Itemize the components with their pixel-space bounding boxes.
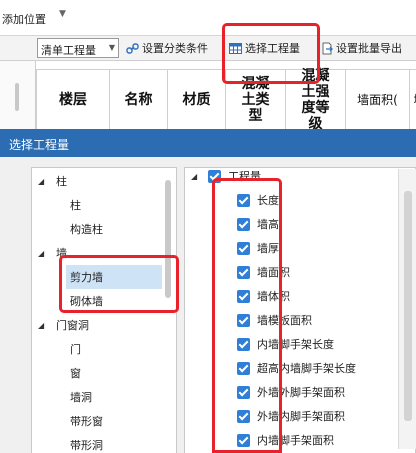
quantity-item[interactable]: 墙厚 bbox=[237, 238, 279, 258]
checkbox[interactable] bbox=[237, 409, 250, 423]
component-tree: ◢ 柱 柱 构造柱 ◢ 墙 剪力墙 砌体墙 ◢ 门窗洞 门 窗 墙洞 带形窗 带… bbox=[31, 167, 177, 453]
collapse-triangle-icon[interactable]: ◢ bbox=[38, 249, 48, 258]
quantity-item[interactable]: 墙模板面积 bbox=[237, 310, 312, 330]
quantity-item[interactable]: 外墙外脚手架面积 bbox=[237, 382, 345, 402]
scrollbar-thumb[interactable] bbox=[404, 191, 412, 421]
chevron-down-icon[interactable]: ▼ bbox=[109, 43, 115, 52]
quantity-type-value: 清单工程量 bbox=[41, 44, 96, 57]
tree-item-strip-opening[interactable]: 带形洞 bbox=[70, 433, 103, 453]
column-header-concrete-type[interactable]: 混凝土类型 bbox=[226, 69, 286, 129]
tree-node-wall[interactable]: ◢ 墙 bbox=[38, 241, 67, 265]
checkbox[interactable] bbox=[237, 193, 250, 207]
checkbox[interactable] bbox=[237, 313, 250, 327]
setting-category-label: 设置分类条件 bbox=[142, 42, 208, 55]
batch-export-label: 设置批量导出 bbox=[336, 42, 402, 55]
tree-item-strip-window[interactable]: 带形窗 bbox=[70, 409, 103, 433]
quantity-item[interactable]: 外墙内脚手架面积 bbox=[237, 406, 345, 426]
quantity-list: ◢ 工程量 长度 墙高 墙厚 墙面积 墙体积 墙模板面积 内墙脚手架长度 超高内… bbox=[184, 167, 416, 453]
tree-node-column[interactable]: ◢ 柱 bbox=[38, 169, 67, 193]
top-menu-strip: 添加位置 ▼ bbox=[0, 0, 416, 36]
select-quantity-dialog: 选择工程量 ◢ 柱 柱 构造柱 ◢ 墙 剪力墙 砌体墙 ◢ 门窗洞 门 窗 墙洞… bbox=[0, 129, 416, 453]
checkbox[interactable] bbox=[237, 241, 250, 255]
quantity-root-node[interactable]: ◢ 工程量 bbox=[191, 168, 261, 186]
column-header-concrete-grade[interactable]: 混凝土强度等级 bbox=[286, 68, 346, 132]
left-side-panel bbox=[0, 61, 36, 129]
checkbox[interactable] bbox=[237, 265, 250, 279]
checkbox[interactable] bbox=[237, 433, 250, 447]
quantity-item[interactable]: 墙面积 bbox=[237, 262, 290, 282]
tree-item-masonry-wall[interactable]: 砌体墙 bbox=[70, 289, 103, 313]
scrollbar-thumb[interactable] bbox=[15, 83, 19, 111]
add-position-label[interactable]: 添加位置 bbox=[2, 11, 46, 27]
column-header-name[interactable]: 名称 bbox=[110, 69, 168, 129]
setting-category-button[interactable]: 设置分类条件 bbox=[126, 40, 208, 56]
quantity-item[interactable]: 超高内墙脚手架长度 bbox=[237, 358, 356, 378]
batch-export-button[interactable]: 设置批量导出 bbox=[320, 40, 402, 56]
quantity-type-select[interactable]: 清单工程量 ▼ bbox=[37, 38, 119, 58]
checkbox[interactable] bbox=[237, 289, 250, 303]
column-header-material[interactable]: 材质 bbox=[168, 69, 226, 129]
chevron-down-icon[interactable]: ▼ bbox=[59, 9, 66, 19]
collapse-triangle-icon[interactable]: ◢ bbox=[38, 177, 48, 186]
tree-item-column[interactable]: 柱 bbox=[70, 193, 81, 217]
tree-node-door-window-opening[interactable]: ◢ 门窗洞 bbox=[38, 313, 89, 337]
quantity-item[interactable]: 内墙脚手架面积 bbox=[237, 430, 334, 450]
checkbox[interactable] bbox=[237, 337, 250, 351]
tree-item-shear-wall[interactable]: 剪力墙 bbox=[66, 265, 162, 289]
dialog-title: 选择工程量 bbox=[9, 138, 70, 152]
checkbox[interactable] bbox=[237, 217, 250, 231]
dialog-body: ◢ 柱 柱 构造柱 ◢ 墙 剪力墙 砌体墙 ◢ 门窗洞 门 窗 墙洞 带形窗 带… bbox=[0, 157, 416, 453]
dialog-title-bar[interactable]: 选择工程量 bbox=[0, 129, 416, 157]
table-icon bbox=[229, 42, 242, 55]
select-quantity-label: 选择工程量 bbox=[245, 42, 300, 55]
collapse-triangle-icon[interactable]: ◢ bbox=[191, 172, 201, 181]
tree-item-construction-column[interactable]: 构造柱 bbox=[70, 217, 103, 241]
export-icon bbox=[320, 42, 333, 55]
column-header-wall-area[interactable]: 墙面积( bbox=[346, 69, 410, 129]
toolbar: 清单工程量 ▼ 设置分类条件 选择工程量 设置批量导出 bbox=[0, 36, 416, 61]
link-icon bbox=[126, 42, 139, 55]
result-table-header: 楼层 名称 材质 混凝土类型 混凝土强度等级 墙面积( 墙 bbox=[36, 61, 416, 132]
quantity-item[interactable]: 墙体积 bbox=[237, 286, 290, 306]
checkbox[interactable] bbox=[237, 385, 250, 399]
column-header-wall[interactable]: 墙 bbox=[410, 69, 416, 129]
quantity-item[interactable]: 内墙脚手架长度 bbox=[237, 334, 334, 354]
tree-item-window[interactable]: 窗 bbox=[70, 361, 81, 385]
select-quantity-button[interactable]: 选择工程量 bbox=[229, 40, 300, 56]
tree-scrollbar[interactable] bbox=[165, 180, 171, 298]
dialog-right-scrollbar[interactable] bbox=[398, 169, 416, 449]
column-header-floor[interactable]: 楼层 bbox=[36, 69, 110, 129]
checkbox[interactable] bbox=[237, 361, 250, 375]
quantity-item[interactable]: 墙高 bbox=[237, 214, 279, 234]
tree-item-wall-opening[interactable]: 墙洞 bbox=[70, 385, 92, 409]
tree-item-door[interactable]: 门 bbox=[70, 337, 81, 361]
quantity-item[interactable]: 长度 bbox=[237, 190, 279, 210]
collapse-triangle-icon[interactable]: ◢ bbox=[38, 321, 48, 330]
quantity-root-checkbox[interactable] bbox=[208, 169, 221, 183]
